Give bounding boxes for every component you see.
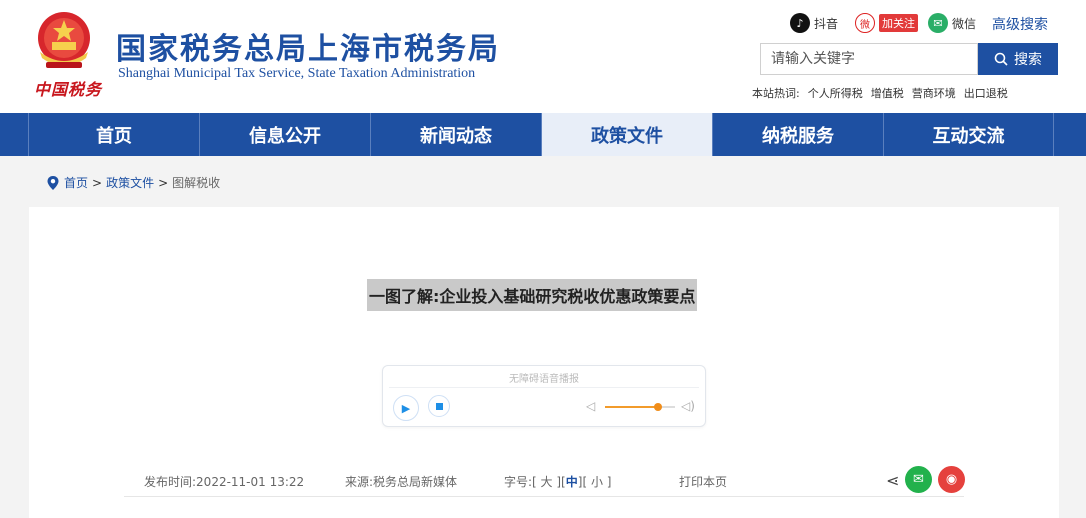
nav-item-info-disclosure[interactable]: 信息公开: [199, 113, 370, 156]
hot-word[interactable]: 增值税: [871, 85, 904, 101]
wechat-share-icon: ✉: [913, 472, 924, 487]
wechat-share-button[interactable]: ✉: [905, 466, 932, 493]
article-title: 一图了解:企业投入基础研究税收优惠政策要点: [367, 279, 698, 311]
main-nav: 首页 信息公开 新闻动态 政策文件 纳税服务 互动交流: [0, 113, 1086, 156]
article-source: 来源:税务总局新媒体: [345, 475, 458, 489]
play-icon: ▶: [401, 401, 411, 415]
brand-script-logo: 中国税务: [34, 80, 103, 99]
breadcrumb-current: 图解税收: [172, 176, 221, 190]
hot-word[interactable]: 出口退税: [964, 85, 1008, 101]
breadcrumb-separator: >: [158, 175, 169, 190]
location-pin-icon: [47, 175, 59, 190]
follow-label: 加关注: [879, 14, 918, 32]
font-size-label: 字号:: [504, 475, 533, 489]
site-title-chinese[interactable]: 国家税务总局上海市税务局: [116, 24, 500, 68]
nav-item-tax-service[interactable]: 纳税服务: [712, 113, 883, 156]
douyin-icon: ♪: [790, 13, 810, 33]
nav-item-news[interactable]: 新闻动态: [370, 113, 541, 156]
advanced-search-link[interactable]: 高级搜索: [992, 14, 1048, 34]
audio-divider: [389, 387, 699, 388]
font-size-medium[interactable]: 中: [566, 475, 578, 489]
douyin-label: 抖音: [814, 16, 839, 31]
font-size-small[interactable]: 小: [591, 475, 603, 489]
publish-time: 发布时间:2022-11-01 13:22: [144, 475, 305, 489]
breadcrumb-separator: >: [92, 175, 103, 190]
volume-low-icon: ◁: [586, 399, 596, 413]
national-emblem-icon: [38, 12, 90, 68]
weibo-icon: 微: [855, 13, 875, 33]
hot-word[interactable]: 个人所得税: [808, 85, 863, 101]
article-meta: 发布时间:2022-11-01 13:22 来源:税务总局新媒体 字号:[ 大 …: [124, 465, 965, 497]
breadcrumb-home[interactable]: 首页: [64, 174, 88, 191]
breadcrumb: 首页 > 政策文件 > 图解税收: [46, 174, 220, 191]
site-header: 中国税务 国家税务总局上海市税务局 Shanghai Municipal Tax…: [0, 0, 1086, 113]
font-size-control: 字号:[ 大 ][中][ 小 ]: [504, 475, 612, 489]
breadcrumb-policy[interactable]: 政策文件: [106, 174, 154, 191]
search-icon: [994, 52, 1008, 66]
wechat-label: 微信: [952, 16, 977, 31]
nav-item-interaction[interactable]: 互动交流: [883, 113, 1054, 156]
weibo-follow-link[interactable]: 微 加关注: [855, 12, 918, 34]
volume-high-icon: ◁): [681, 399, 695, 413]
volume-slider[interactable]: [605, 403, 675, 411]
share-icon[interactable]: ⋖: [886, 471, 899, 490]
nav-item-home[interactable]: 首页: [28, 113, 199, 156]
search-button[interactable]: 搜索: [978, 43, 1058, 75]
audio-player-label: 无障碍语音播报: [509, 374, 579, 385]
hot-words-label: 本站热词:: [752, 87, 800, 100]
weibo-share-button[interactable]: ◉: [938, 466, 965, 493]
play-button[interactable]: ▶: [393, 395, 419, 421]
article-panel: 一图了解:企业投入基础研究税收优惠政策要点 无障碍语音播报 ▶ ◁ ◁) 发布时…: [29, 207, 1059, 518]
wechat-link[interactable]: ✉ 微信: [928, 12, 976, 34]
stop-button[interactable]: [428, 395, 450, 417]
nav-item-policy[interactable]: 政策文件: [541, 113, 712, 156]
weibo-share-icon: ◉: [945, 472, 958, 487]
hot-words: 本站热词: 个人所得税 增值税 营商环境 出口退税: [752, 85, 1008, 101]
volume-fill: [605, 406, 658, 408]
douyin-link[interactable]: ♪ 抖音: [790, 12, 838, 34]
hot-word[interactable]: 营商环境: [912, 85, 956, 101]
stop-icon: [435, 402, 443, 410]
font-size-large[interactable]: 大: [541, 475, 553, 489]
print-page-link[interactable]: 打印本页: [679, 473, 727, 490]
wechat-icon: ✉: [928, 13, 948, 33]
volume-handle[interactable]: [653, 403, 662, 411]
site-title-english: Shanghai Municipal Tax Service, State Ta…: [118, 66, 476, 81]
search-button-label: 搜索: [1014, 52, 1042, 68]
search-input[interactable]: [760, 43, 978, 75]
audio-player: 无障碍语音播报 ▶ ◁ ◁): [382, 365, 706, 427]
